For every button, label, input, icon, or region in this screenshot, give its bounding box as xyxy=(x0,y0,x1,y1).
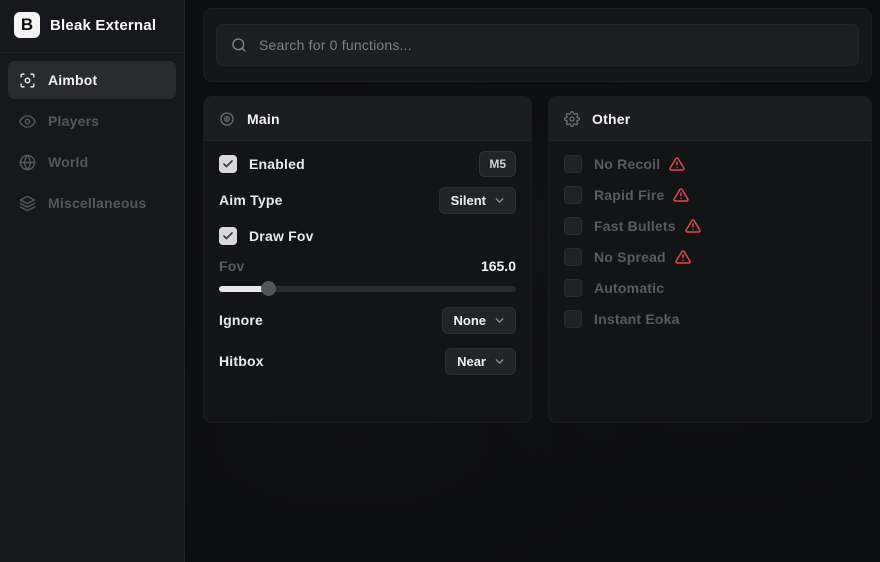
ignore-value: None xyxy=(454,313,487,328)
no-spread-checkbox[interactable] xyxy=(564,248,582,266)
fast-bullets-label: Fast Bullets xyxy=(594,218,676,234)
other-panel-body: No Recoil Rapid Fire Fast Bullets xyxy=(549,141,871,330)
other-row-no-spread: No Spread xyxy=(564,246,856,268)
instant-eoka-checkbox[interactable] xyxy=(564,310,582,328)
hitbox-value: Near xyxy=(457,354,486,369)
chevron-down-icon xyxy=(493,194,506,207)
sidebar-item-players[interactable]: Players xyxy=(8,102,176,140)
search-input[interactable]: Search for 0 functions... xyxy=(216,24,859,66)
fov-row: Fov 165.0 xyxy=(219,257,516,275)
sidebar-item-world[interactable]: World xyxy=(8,143,176,181)
other-row-instant-eoka: Instant Eoka xyxy=(564,308,856,330)
warning-triangle-icon xyxy=(675,249,691,265)
no-recoil-checkbox[interactable] xyxy=(564,155,582,173)
main-panel: Main Enabled M5 Aim Type Silent xyxy=(203,96,532,423)
gear-icon xyxy=(564,111,580,127)
search-icon xyxy=(231,37,247,53)
layers-icon xyxy=(19,195,36,212)
no-spread-label: No Spread xyxy=(594,249,666,265)
search-panel: Search for 0 functions... xyxy=(203,8,872,82)
fov-value: 165.0 xyxy=(481,258,516,274)
draw-fov-checkbox[interactable] xyxy=(219,227,237,245)
fov-slider[interactable] xyxy=(219,281,516,296)
enabled-keybind-button[interactable]: M5 xyxy=(479,151,516,177)
other-panel-title: Other xyxy=(592,111,630,127)
main-panel-title: Main xyxy=(247,111,280,127)
enabled-checkbox[interactable] xyxy=(219,155,237,173)
enabled-label: Enabled xyxy=(249,156,305,172)
other-row-no-recoil: No Recoil xyxy=(564,153,856,175)
target-icon xyxy=(219,111,235,127)
globe-icon xyxy=(19,154,36,171)
ignore-dropdown[interactable]: None xyxy=(442,307,517,334)
fov-label: Fov xyxy=(219,258,245,274)
sidebar-item-label: Players xyxy=(48,113,99,129)
sidebar-nav: Aimbot Players World Miscellaneous xyxy=(0,52,184,233)
app-logo-icon: B xyxy=(14,12,40,38)
main-panel-body: Enabled M5 Aim Type Silent Draw Fov Fov … xyxy=(204,151,531,374)
chevron-down-icon xyxy=(493,355,506,368)
sidebar: B Bleak External Aimbot Players World xyxy=(0,0,185,562)
sidebar-item-label: World xyxy=(48,154,88,170)
automatic-checkbox[interactable] xyxy=(564,279,582,297)
other-panel-header: Other xyxy=(549,97,871,141)
ignore-label: Ignore xyxy=(219,312,263,328)
hitbox-dropdown[interactable]: Near xyxy=(445,348,516,375)
search-placeholder: Search for 0 functions... xyxy=(259,37,412,53)
sidebar-item-label: Miscellaneous xyxy=(48,195,146,211)
warning-triangle-icon xyxy=(673,187,689,203)
no-recoil-label: No Recoil xyxy=(594,156,660,172)
eye-icon xyxy=(19,113,36,130)
other-row-automatic: Automatic xyxy=(564,277,856,299)
instant-eoka-label: Instant Eoka xyxy=(594,311,680,327)
rapid-fire-label: Rapid Fire xyxy=(594,187,664,203)
sidebar-item-miscellaneous[interactable]: Miscellaneous xyxy=(8,184,176,222)
rapid-fire-checkbox[interactable] xyxy=(564,186,582,204)
other-row-fast-bullets: Fast Bullets xyxy=(564,215,856,237)
aim-type-label: Aim Type xyxy=(219,192,283,208)
sidebar-item-aimbot[interactable]: Aimbot xyxy=(8,61,176,99)
aim-type-dropdown[interactable]: Silent xyxy=(439,187,516,214)
draw-fov-label: Draw Fov xyxy=(249,228,314,244)
other-row-rapid-fire: Rapid Fire xyxy=(564,184,856,206)
fast-bullets-checkbox[interactable] xyxy=(564,217,582,235)
sidebar-item-label: Aimbot xyxy=(48,72,97,88)
chevron-down-icon xyxy=(493,314,506,327)
app-title: Bleak External xyxy=(50,17,156,34)
automatic-label: Automatic xyxy=(594,280,664,296)
other-panel: Other No Recoil Rapid Fire Fast B xyxy=(548,96,872,423)
main-panel-header: Main xyxy=(204,97,531,141)
warning-triangle-icon xyxy=(669,156,685,172)
hitbox-label: Hitbox xyxy=(219,353,264,369)
warning-triangle-icon xyxy=(685,218,701,234)
enabled-row: Enabled M5 xyxy=(219,151,516,177)
ignore-row: Ignore None xyxy=(219,307,516,333)
aim-type-row: Aim Type Silent xyxy=(219,187,516,213)
crosshair-icon xyxy=(19,72,36,89)
fov-slider-thumb[interactable] xyxy=(261,281,276,296)
app-logo: B Bleak External xyxy=(0,0,184,52)
aim-type-value: Silent xyxy=(451,193,486,208)
hitbox-row: Hitbox Near xyxy=(219,348,516,374)
draw-fov-row: Draw Fov xyxy=(219,223,516,249)
